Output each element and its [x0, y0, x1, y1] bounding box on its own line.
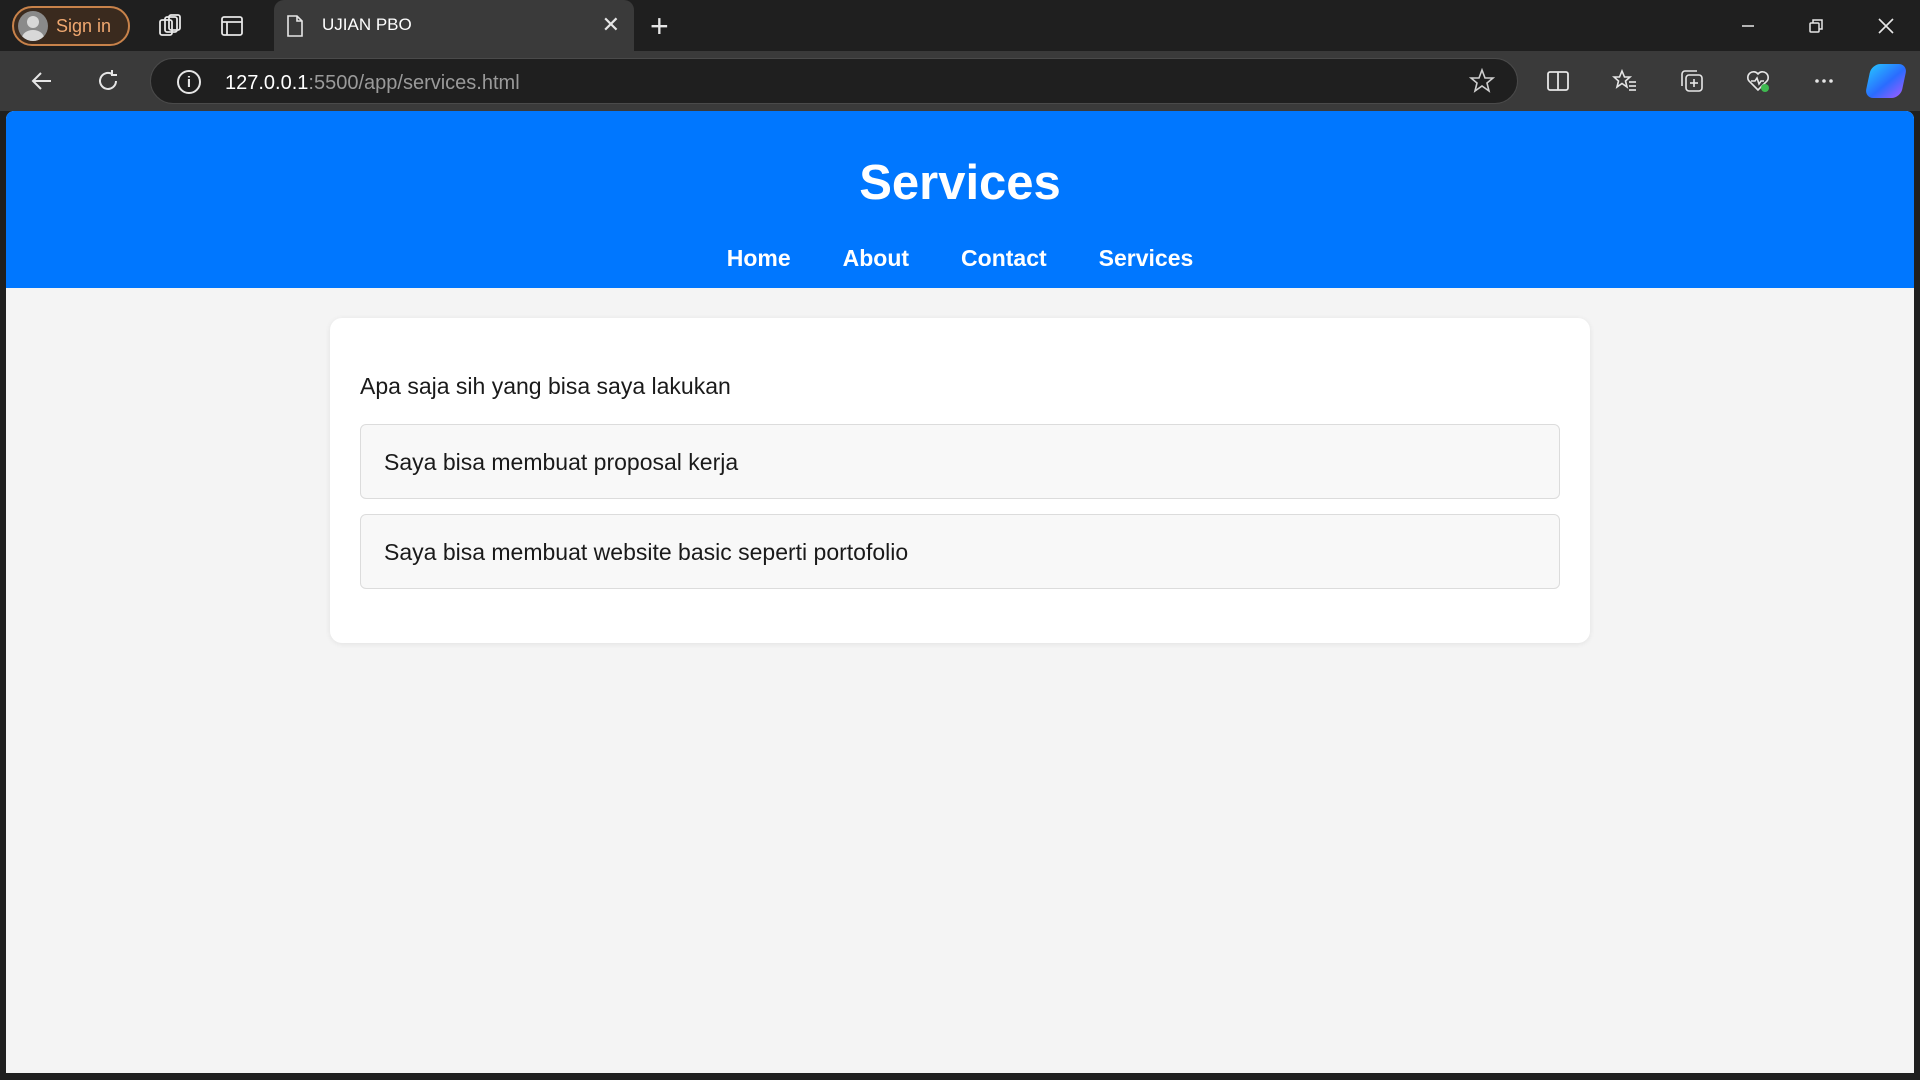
browser-titlebar: Sign in UJIAN PBO ✕ + — [0, 0, 1920, 51]
info-icon[interactable]: i — [177, 70, 201, 94]
more-icon[interactable] — [1806, 63, 1842, 99]
split-screen-icon[interactable] — [1540, 63, 1576, 99]
tab-actions-icon[interactable] — [216, 10, 248, 42]
restore-icon[interactable] — [1798, 10, 1834, 42]
page-nav: Home About Contact Services — [6, 245, 1914, 272]
profile-avatar-icon — [18, 11, 48, 41]
close-tab-icon[interactable]: ✕ — [602, 12, 620, 38]
url-text[interactable]: 127.0.0.1:5500/app/services.html — [225, 72, 520, 95]
document-icon — [287, 15, 303, 37]
nav-link-about[interactable]: About — [843, 245, 909, 272]
service-item: Saya bisa membuat website basic seperti … — [360, 514, 1560, 589]
page-header: Services Home About Contact Services — [6, 111, 1914, 288]
services-intro: Apa saja sih yang bisa saya lakukan — [360, 373, 731, 399]
service-item: Saya bisa membuat proposal kerja — [360, 424, 1560, 499]
url-host: 127.0.0.1 — [225, 72, 309, 94]
nav-link-services[interactable]: Services — [1099, 245, 1194, 272]
sign-in-label: Sign in — [56, 15, 112, 36]
nav-link-home[interactable]: Home — [727, 245, 791, 272]
favorites-icon[interactable] — [1607, 63, 1643, 99]
url-path: :5500/app/services.html — [308, 72, 520, 94]
close-window-icon[interactable] — [1868, 10, 1904, 42]
minimize-icon[interactable] — [1730, 10, 1766, 42]
page-title: Services — [859, 156, 1061, 210]
address-bar[interactable]: i 127.0.0.1:5500/app/services.html — [150, 58, 1518, 104]
nav-link-contact[interactable]: Contact — [961, 245, 1047, 272]
refresh-icon[interactable] — [90, 63, 126, 99]
add-favorite-star-icon[interactable] — [1468, 67, 1496, 101]
services-card: Apa saja sih yang bisa saya lakukan Saya… — [330, 318, 1590, 643]
sign-in-button[interactable]: Sign in — [12, 6, 130, 46]
new-tab-plus-icon[interactable]: + — [650, 8, 669, 45]
back-arrow-icon[interactable] — [24, 63, 60, 99]
window-bottom-edge — [0, 1073, 1920, 1080]
browser-toolbar: i 127.0.0.1:5500/app/services.html — [0, 51, 1920, 111]
copilot-icon[interactable] — [1864, 64, 1908, 98]
workspaces-icon[interactable] — [154, 10, 186, 42]
tab-title: UJIAN PBO — [322, 15, 412, 34]
browser-essentials-icon[interactable] — [1740, 63, 1776, 99]
browser-tab-active[interactable]: UJIAN PBO ✕ — [274, 0, 634, 51]
collections-icon[interactable] — [1674, 63, 1710, 99]
web-page-viewport: Services Home About Contact Services Apa… — [6, 111, 1914, 1073]
